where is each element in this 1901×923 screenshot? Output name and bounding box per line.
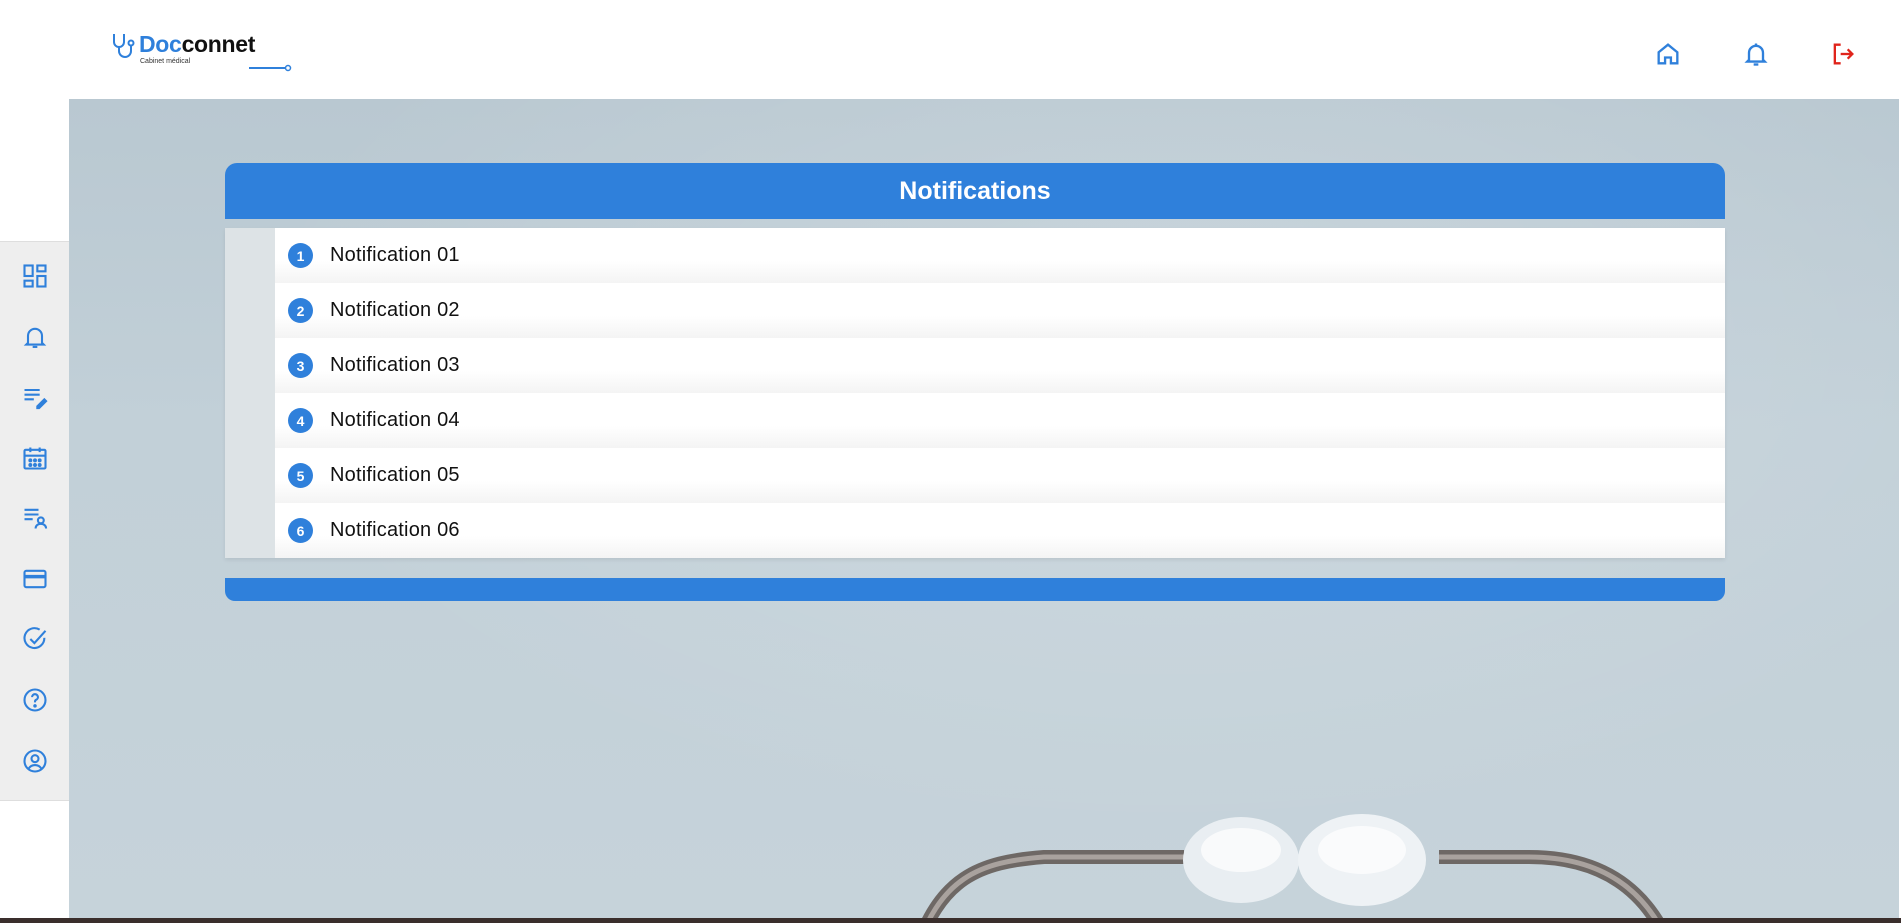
bottom-edge-strip [0, 918, 1901, 923]
logo-underline-decoration [249, 64, 292, 72]
brand-name-part2: connet [181, 31, 256, 57]
top-header: Docconnet Cabinet médical [69, 0, 1901, 99]
sidebar-item-notes[interactable] [13, 376, 57, 418]
patient-list-icon [24, 509, 47, 529]
notification-item[interactable]: 3 Notification 03 [275, 338, 1725, 393]
sidebar-item-notifications[interactable] [13, 316, 57, 358]
notification-item[interactable]: 2 Notification 02 [275, 283, 1725, 338]
notification-item[interactable]: 4 Notification 04 [275, 393, 1725, 448]
notification-label: Notification 04 [330, 409, 460, 431]
notifications-button[interactable] [1738, 36, 1774, 72]
sidebar-item-account[interactable] [13, 740, 57, 782]
panel-footer [225, 578, 1725, 601]
main-content: Notifications 1 Notification 01 2 Notificat… [69, 99, 1899, 923]
notification-item[interactable]: 1 Notification 01 [275, 228, 1725, 283]
logout-button[interactable] [1825, 36, 1861, 72]
brand-name: Docconnet [139, 31, 255, 58]
brand-name-part1: Doc [139, 31, 182, 57]
sidebar-item-calendar[interactable] [13, 437, 57, 479]
calendar-icon [22, 447, 47, 470]
stethoscope-background-image [919, 814, 1667, 923]
sidebar-item-patients[interactable] [13, 497, 57, 539]
brand-subtitle: Cabinet médical [140, 58, 191, 65]
credit-card-icon [22, 569, 47, 589]
sidebar-item-dashboard[interactable] [13, 255, 57, 297]
stethoscope-logo-icon [113, 34, 135, 58]
notification-label: Notification 03 [330, 354, 460, 376]
help-icon [22, 688, 47, 712]
notification-number-badge: 5 [288, 463, 313, 488]
sidebar [0, 0, 70, 923]
notification-item[interactable]: 6 Notification 06 [275, 503, 1725, 558]
brand-logo[interactable]: Docconnet Cabinet médical [108, 26, 292, 76]
home-icon [1657, 43, 1679, 65]
sidebar-item-help[interactable] [13, 679, 57, 721]
account-icon [22, 748, 47, 773]
home-button[interactable] [1650, 36, 1686, 72]
notification-number-badge: 4 [288, 408, 313, 433]
logout-icon [1833, 43, 1854, 65]
dashboard-icon [22, 264, 47, 288]
panel-header: Notifications [225, 163, 1725, 219]
sidebar-nav [0, 241, 69, 801]
notification-label: Notification 01 [330, 244, 460, 266]
sidebar-item-payments[interactable] [13, 558, 57, 600]
notification-number-badge: 1 [288, 243, 313, 268]
bell-icon [23, 327, 46, 348]
sidebar-item-tasks[interactable] [13, 618, 57, 660]
notification-item[interactable]: 5 Notification 05 [275, 448, 1725, 503]
notification-list: 1 Notification 01 2 Notification 02 3 Notific… [225, 228, 1725, 558]
check-circle-icon [23, 627, 46, 650]
notification-number-badge: 2 [288, 298, 313, 323]
bell-icon [1744, 43, 1768, 66]
notification-items: 1 Notification 01 2 Notification 02 3 Notific… [275, 228, 1725, 558]
edit-list-icon [24, 389, 48, 410]
notification-label: Notification 05 [330, 464, 460, 486]
notification-number-badge: 3 [288, 353, 313, 378]
notifications-panel: Notifications 1 Notification 01 2 Notificat… [225, 163, 1725, 601]
notification-label: Notification 02 [330, 299, 460, 321]
notification-label: Notification 06 [330, 519, 460, 541]
notification-number-badge: 6 [288, 518, 313, 543]
panel-title: Notifications [899, 176, 1051, 205]
